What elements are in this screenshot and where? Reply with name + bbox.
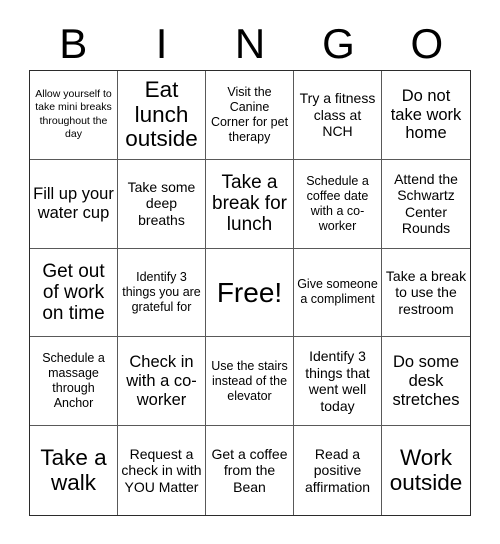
bingo-cell[interactable]: Take some deep breaths — [118, 159, 206, 249]
bingo-cell[interactable]: Read a positive affirmation — [294, 426, 382, 515]
bingo-cell[interactable]: Work outside — [382, 426, 470, 515]
bingo-cell[interactable]: Take a break to use the restroom — [382, 249, 470, 338]
bingo-cell[interactable]: Take a break for lunch — [206, 159, 294, 249]
bingo-cell[interactable]: Get out of work on time — [30, 248, 118, 338]
bingo-cell-label: Read a positive affirmation — [304, 445, 371, 495]
bingo-cell[interactable]: Identify 3 things that went well today — [294, 337, 382, 427]
bingo-cell[interactable]: Try a fitness class at NCH — [294, 71, 382, 160]
bingo-cell[interactable]: Schedule a coffee date with a co-worker — [294, 159, 382, 249]
bingo-grid: Allow yourself to take mini breaks throu… — [29, 70, 471, 516]
bingo-cell-label: Take a break for lunch — [212, 171, 287, 236]
bingo-cell[interactable]: Do some desk stretches — [382, 337, 470, 427]
bingo-cell-label: Schedule a massage through Anchor — [42, 351, 105, 411]
bingo-cell-label: Get out of work on time — [42, 260, 105, 325]
bingo-cell[interactable]: Allow yourself to take mini breaks throu… — [30, 71, 118, 160]
bingo-cell[interactable]: Identify 3 things you are grateful for — [118, 248, 206, 338]
bingo-cell[interactable]: Give someone a compliment — [294, 248, 382, 338]
bingo-cell-label: Work outside — [389, 444, 463, 495]
bingo-cell[interactable]: Visit the Canine Corner for pet therapy — [206, 71, 294, 160]
bingo-cell[interactable]: Schedule a massage through Anchor — [30, 337, 118, 427]
bingo-cell[interactable]: Use the stairs instead of the elevator — [206, 337, 294, 427]
bingo-cell-label: Request a check in with YOU Matter — [121, 445, 202, 495]
bingo-cell-label: Try a fitness class at NCH — [299, 90, 376, 140]
bingo-cell-label: Identify 3 things you are grateful for — [122, 269, 201, 314]
bingo-cell[interactable]: Request a check in with YOU Matter — [118, 426, 206, 515]
bingo-cell-label: Fill up your water cup — [33, 184, 114, 222]
bingo-cell-label: Identify 3 things that went well today — [305, 348, 370, 414]
bingo-header-letter-g: G — [322, 20, 355, 67]
bingo-cell-label: Use the stairs instead of the elevator — [211, 358, 288, 403]
bingo-cell[interactable]: Check in with a co-worker — [118, 337, 206, 427]
bingo-header: B I N G O — [29, 18, 471, 70]
bingo-header-letter-i: I — [155, 20, 168, 67]
bingo-header-letter-b: B — [59, 20, 88, 67]
bingo-free-label: Free! — [216, 276, 283, 308]
bingo-cell[interactable]: Take a walk — [30, 426, 118, 515]
bingo-cell-label: Take a walk — [40, 444, 107, 495]
bingo-cell[interactable]: Attend the Schwartz Center Rounds — [382, 160, 470, 249]
bingo-cell-label: Get a coffee from the Bean — [211, 445, 288, 495]
bingo-cell-label: Do some desk stretches — [392, 353, 460, 409]
bingo-cell[interactable]: Eat lunch outside — [118, 71, 206, 160]
bingo-header-letter-o: O — [410, 20, 444, 67]
bingo-header-letter-n: N — [234, 20, 266, 67]
bingo-cell[interactable]: Fill up your water cup — [30, 159, 118, 249]
bingo-cell-label: Take some deep breaths — [127, 178, 196, 228]
bingo-cell[interactable]: Get a coffee from the Bean — [206, 426, 294, 515]
bingo-cell-label: Take a break to use the restroom — [385, 267, 467, 317]
bingo-cell-label: Allow yourself to take mini breaks throu… — [35, 88, 112, 141]
bingo-cell[interactable]: Do not take work home — [382, 71, 470, 160]
bingo-cell-free[interactable]: Free! — [206, 248, 294, 338]
bingo-cell-label: Eat lunch outside — [125, 76, 198, 152]
bingo-cell-label: Schedule a coffee date with a co-worker — [306, 173, 369, 233]
bingo-cell-label: Attend the Schwartz Center Rounds — [394, 170, 458, 237]
bingo-cell-label: Check in with a co-worker — [126, 353, 197, 409]
bingo-cell-label: Do not take work home — [390, 86, 462, 143]
bingo-card: B I N G O Allow yourself to take mini br… — [0, 0, 500, 544]
bingo-cell-label: Give someone a compliment — [297, 277, 378, 307]
bingo-cell-label: Visit the Canine Corner for pet therapy — [210, 84, 289, 144]
